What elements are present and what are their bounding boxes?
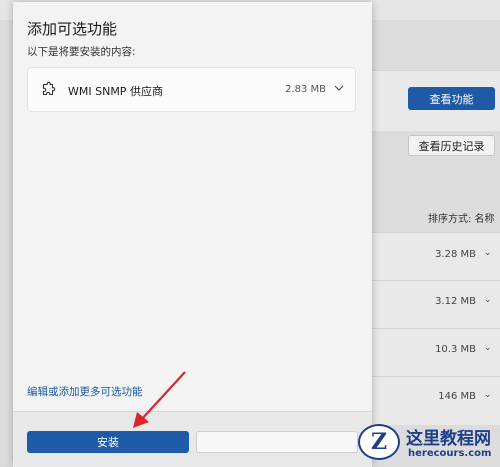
dialog-subtitle: 以下是将要安装的内容: [27, 46, 136, 58]
view-features-button[interactable]: 查看功能 [408, 87, 495, 110]
feature-item[interactable]: WMI SNMP 供应商 2.83 MB [27, 67, 356, 112]
dialog-title: 添加可选功能 [27, 20, 118, 38]
watermark-url: herecours.com [408, 448, 492, 459]
annotation-arrow-icon [133, 371, 186, 428]
chevron-down-icon[interactable]: ⌄ [484, 295, 492, 305]
installed-size: 3.12 MB [435, 296, 476, 307]
chevron-down-icon[interactable]: ⌄ [484, 343, 492, 353]
chevron-down-icon[interactable]: ⌄ [484, 390, 492, 400]
chevron-down-icon[interactable]: ⌄ [484, 248, 492, 258]
install-button[interactable]: 安装 [27, 431, 189, 453]
puzzle-icon [42, 82, 56, 96]
installed-size: 10.3 MB [435, 344, 476, 355]
watermark-badge: Z [358, 424, 400, 460]
feature-size: 2.83 MB [285, 84, 326, 95]
view-history-button[interactable]: 查看历史记录 [408, 135, 495, 156]
installed-size: 146 MB [438, 391, 476, 402]
chevron-down-icon[interactable] [332, 81, 346, 95]
sort-label[interactable]: 排序方式: 名称 [428, 210, 495, 225]
cancel-button[interactable] [196, 431, 358, 453]
feature-name: WMI SNMP 供应商 [68, 85, 163, 98]
watermark-logo: Z 这里教程网 herecours.com [350, 418, 500, 466]
installed-size: 3.28 MB [435, 249, 476, 260]
watermark-title: 这里教程网 [406, 429, 491, 449]
